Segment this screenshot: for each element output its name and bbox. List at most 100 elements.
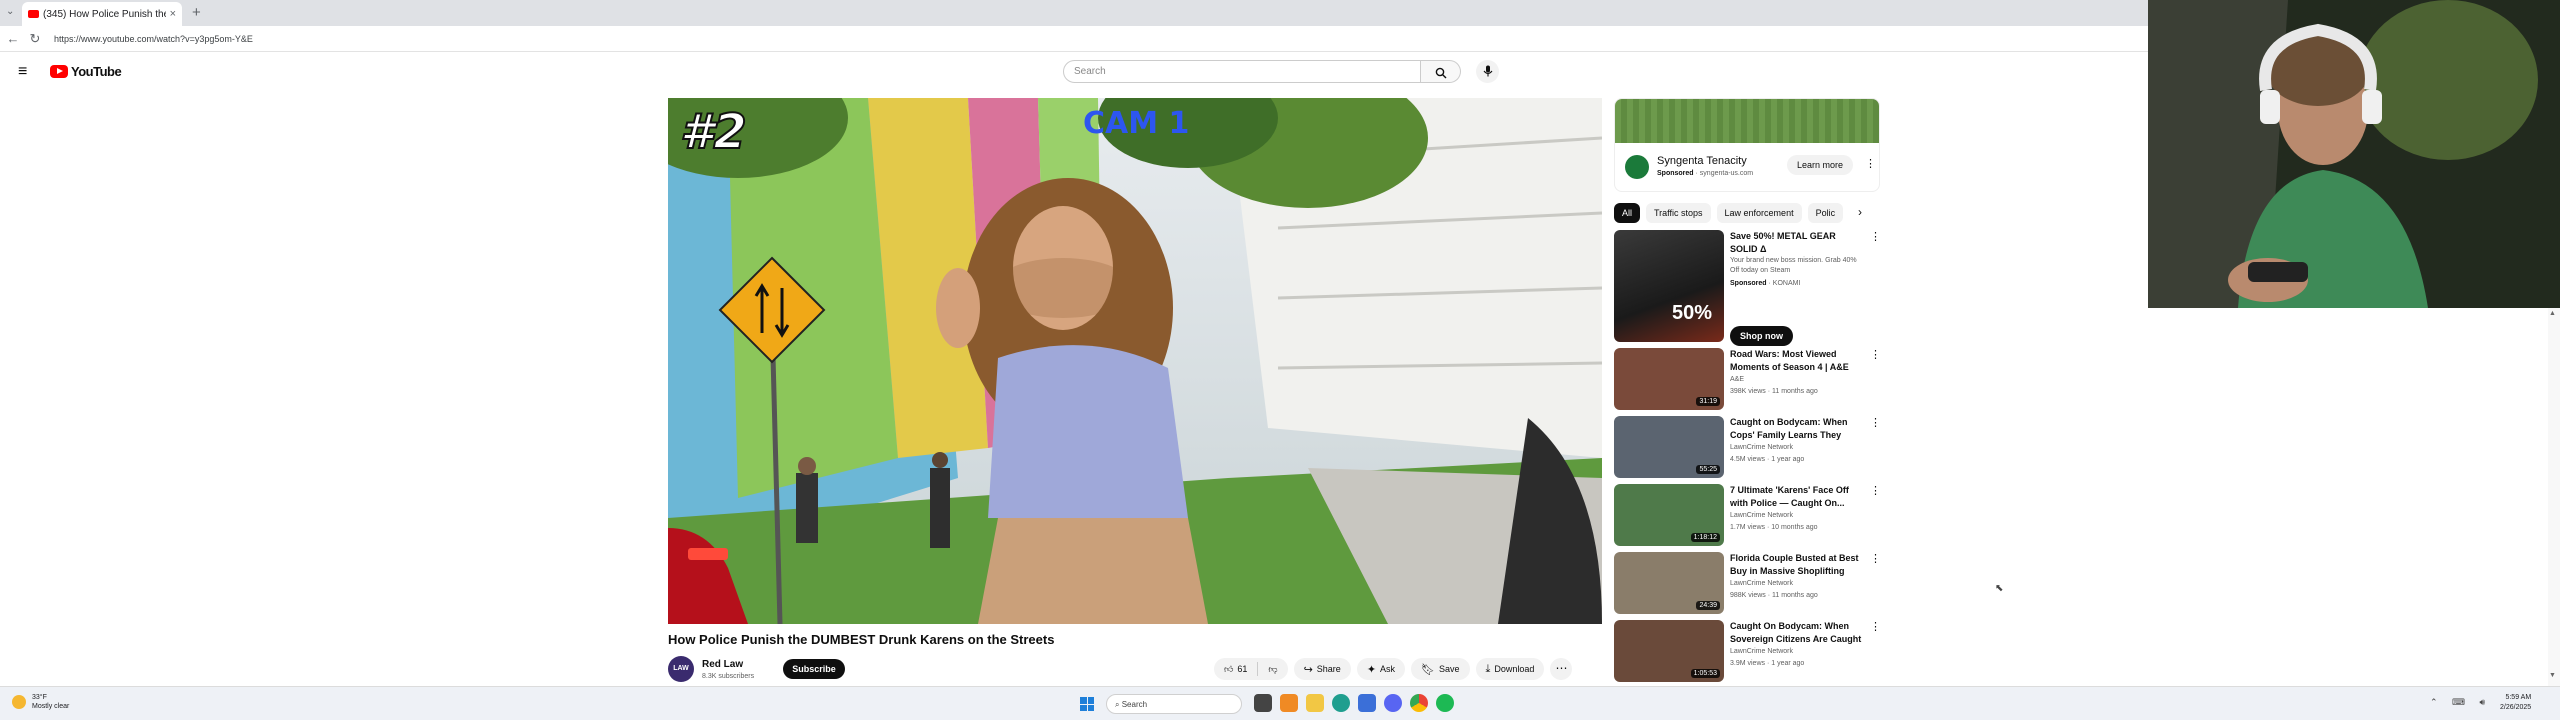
duration-badge: 1:05:53 xyxy=(1690,669,1720,678)
list-item[interactable]: 55:25 Caught on Bodycam: When Cops' Fami… xyxy=(1614,416,1881,480)
chip-police[interactable]: Polic xyxy=(1807,203,1844,223)
download-label: Download xyxy=(1494,664,1535,674)
chip-traffic-stops[interactable]: Traffic stops xyxy=(1646,203,1711,223)
rec-meta: 398K views · 11 months ago xyxy=(1730,388,1818,395)
more-options-icon[interactable]: ⋮ xyxy=(1870,620,1881,633)
refresh-icon[interactable]: ↻ xyxy=(26,31,44,47)
discord-app-icon[interactable] xyxy=(1384,694,1402,712)
search-icon xyxy=(1435,67,1446,79)
video-actions: 👍︎ 61 👎︎ ↪ Share ✦ Ask 🔖︎ Save ⤓ Download ⋯ xyxy=(1214,658,1573,680)
youtube-logo[interactable]: YouTube xyxy=(50,64,122,79)
rec-channel: LawnCrime Network xyxy=(1730,444,1794,451)
subscribe-button[interactable]: Subscribe xyxy=(783,659,845,679)
learn-more-button[interactable]: Learn more xyxy=(1787,155,1854,175)
close-tab-icon[interactable]: × xyxy=(170,8,176,20)
sponsored-ad-card[interactable]: Syngenta Tenacity Sponsored · syngenta-u… xyxy=(1614,98,1880,192)
photos-app-icon[interactable] xyxy=(1280,694,1298,712)
more-options-icon[interactable]: ⋮ xyxy=(1870,484,1881,497)
rec-title: Caught On Bodycam: When Sovereign Citize… xyxy=(1730,621,1862,644)
taskbar-clock[interactable]: 5:59 AM 2/26/2025 xyxy=(2500,693,2531,713)
video-player[interactable]: #2 CAM 1 xyxy=(668,98,1602,624)
search-button[interactable] xyxy=(1421,60,1461,83)
weather-text: 33°F Mostly clear xyxy=(32,693,69,711)
voice-search-button[interactable] xyxy=(1476,60,1499,83)
microphone-icon xyxy=(1483,65,1492,77)
scroll-up-icon[interactable]: ▲ xyxy=(2549,310,2556,317)
share-label: Share xyxy=(1316,664,1341,674)
edge-browser-icon[interactable] xyxy=(1332,694,1350,712)
webcam-feed xyxy=(2148,0,2560,308)
save-button[interactable]: 🔖︎ Save xyxy=(1411,658,1470,680)
webcam-overlay xyxy=(2148,0,2560,308)
more-options-icon[interactable]: ⋮ xyxy=(1870,552,1881,565)
channel-name[interactable]: Red Law xyxy=(702,659,743,670)
ask-label: Ask xyxy=(1380,664,1396,674)
channel-avatar[interactable]: LAW xyxy=(668,656,694,682)
video-frame xyxy=(668,98,1602,624)
dislike-button[interactable]: 👎︎ xyxy=(1258,664,1287,675)
more-options-icon[interactable]: ⋮ xyxy=(1870,230,1881,243)
sponsored-label: Sponsored xyxy=(1730,280,1767,287)
ad-menu-icon[interactable]: ⋮ xyxy=(1865,157,1876,170)
clip-number-overlay: #2 xyxy=(679,103,748,161)
url-field[interactable]: https://www.youtube.com/watch?v=y3pg5om-… xyxy=(54,34,253,44)
weather-icon xyxy=(12,695,26,709)
back-icon[interactable]: ← xyxy=(4,31,22,46)
system-tray-icons[interactable]: ⌃ ⌨ 🔊︎ xyxy=(2430,697,2491,708)
rec-meta: 1.7M views · 10 months ago xyxy=(1730,524,1818,531)
store-app-icon[interactable] xyxy=(1358,694,1376,712)
video-thumbnail: 55:25 xyxy=(1614,416,1724,478)
list-item[interactable]: 1:18:12 7 Ultimate 'Karens' Face Off wit… xyxy=(1614,484,1881,548)
duration-badge: 1:18:12 xyxy=(1690,533,1720,542)
download-button[interactable]: ⤓ Download xyxy=(1475,658,1545,680)
video-thumbnail: 24:39 xyxy=(1614,552,1724,614)
ad-domain: syngenta-us.com xyxy=(1699,170,1754,177)
chevron-right-icon[interactable]: › xyxy=(1858,205,1862,219)
duration-badge: 24:39 xyxy=(1696,601,1720,610)
share-button[interactable]: ↪ Share xyxy=(1293,658,1351,680)
video-title: How Police Punish the DUMBEST Drunk Kare… xyxy=(668,632,1055,647)
youtube-play-icon xyxy=(50,65,68,78)
sponsored-video-ad[interactable]: 50% Save 50%! METAL GEAR SOLID Δ Your br… xyxy=(1614,230,1881,350)
like-button[interactable]: 👍︎ 61 xyxy=(1214,664,1257,675)
duration-badge: 55:25 xyxy=(1696,465,1720,474)
sparkle-icon: ✦ xyxy=(1366,663,1377,676)
new-tab-button[interactable]: + xyxy=(192,4,201,21)
duration-badge: 31:19 xyxy=(1696,397,1720,406)
file-explorer-icon[interactable] xyxy=(1306,694,1324,712)
tab-title: (345) How Police Punish the D xyxy=(43,8,166,20)
scroll-down-icon[interactable]: ▼ xyxy=(2549,672,2556,679)
hamburger-menu-icon[interactable]: ≡ xyxy=(18,63,27,81)
weather-widget[interactable]: 33°F Mostly clear xyxy=(12,693,69,711)
ad-title: Syngenta Tenacity xyxy=(1657,155,1747,167)
list-item[interactable]: 1:05:53 Caught On Bodycam: When Sovereig… xyxy=(1614,620,1881,684)
weather-desc: Mostly clear xyxy=(32,703,70,710)
more-options-icon[interactable]: ⋮ xyxy=(1870,416,1881,429)
task-view-icon[interactable] xyxy=(1254,694,1272,712)
ad-banner-image xyxy=(1615,99,1879,143)
spotify-app-icon[interactable] xyxy=(1436,694,1454,712)
ad2-advertiser: KONAMI xyxy=(1772,280,1801,287)
chip-law-enforcement[interactable]: Law enforcement xyxy=(1716,203,1802,223)
page-scrollbar[interactable] xyxy=(2548,308,2560,686)
list-item[interactable]: 24:39 Florida Couple Busted at Best Buy … xyxy=(1614,552,1881,616)
search-input[interactable]: Search xyxy=(1063,60,1421,83)
windows-start-icon[interactable] xyxy=(1080,697,1094,711)
browser-tab[interactable]: (345) How Police Punish the D × xyxy=(22,2,182,26)
chrome-browser-icon[interactable] xyxy=(1410,694,1428,712)
ad-meta: Sponsored · syngenta-us.com xyxy=(1657,170,1754,177)
ad2-title: Save 50%! METAL GEAR SOLID Δ xyxy=(1730,231,1836,254)
chip-all[interactable]: All xyxy=(1614,203,1641,223)
bookmark-icon: 🔖︎ xyxy=(1421,663,1436,676)
rec-title: Florida Couple Busted at Best Buy in Mas… xyxy=(1730,553,1859,576)
download-icon: ⤓ xyxy=(1485,662,1491,675)
ask-button[interactable]: ✦ Ask xyxy=(1356,658,1406,680)
rec-meta: 3.9M views · 1 year ago xyxy=(1730,660,1805,667)
taskbar-search[interactable]: ⌕ Search xyxy=(1106,694,1242,714)
shop-now-button[interactable]: Shop now xyxy=(1730,326,1793,346)
more-actions-icon[interactable]: ⋯ xyxy=(1550,658,1573,680)
more-options-icon[interactable]: ⋮ xyxy=(1870,348,1881,361)
tab-list-icon[interactable]: ⌄ xyxy=(6,6,14,17)
list-item[interactable]: 31:19 Road Wars: Most Viewed Moments of … xyxy=(1614,348,1881,412)
ad2-description: Your brand new boss mission. Grab 40% Of… xyxy=(1730,257,1857,274)
